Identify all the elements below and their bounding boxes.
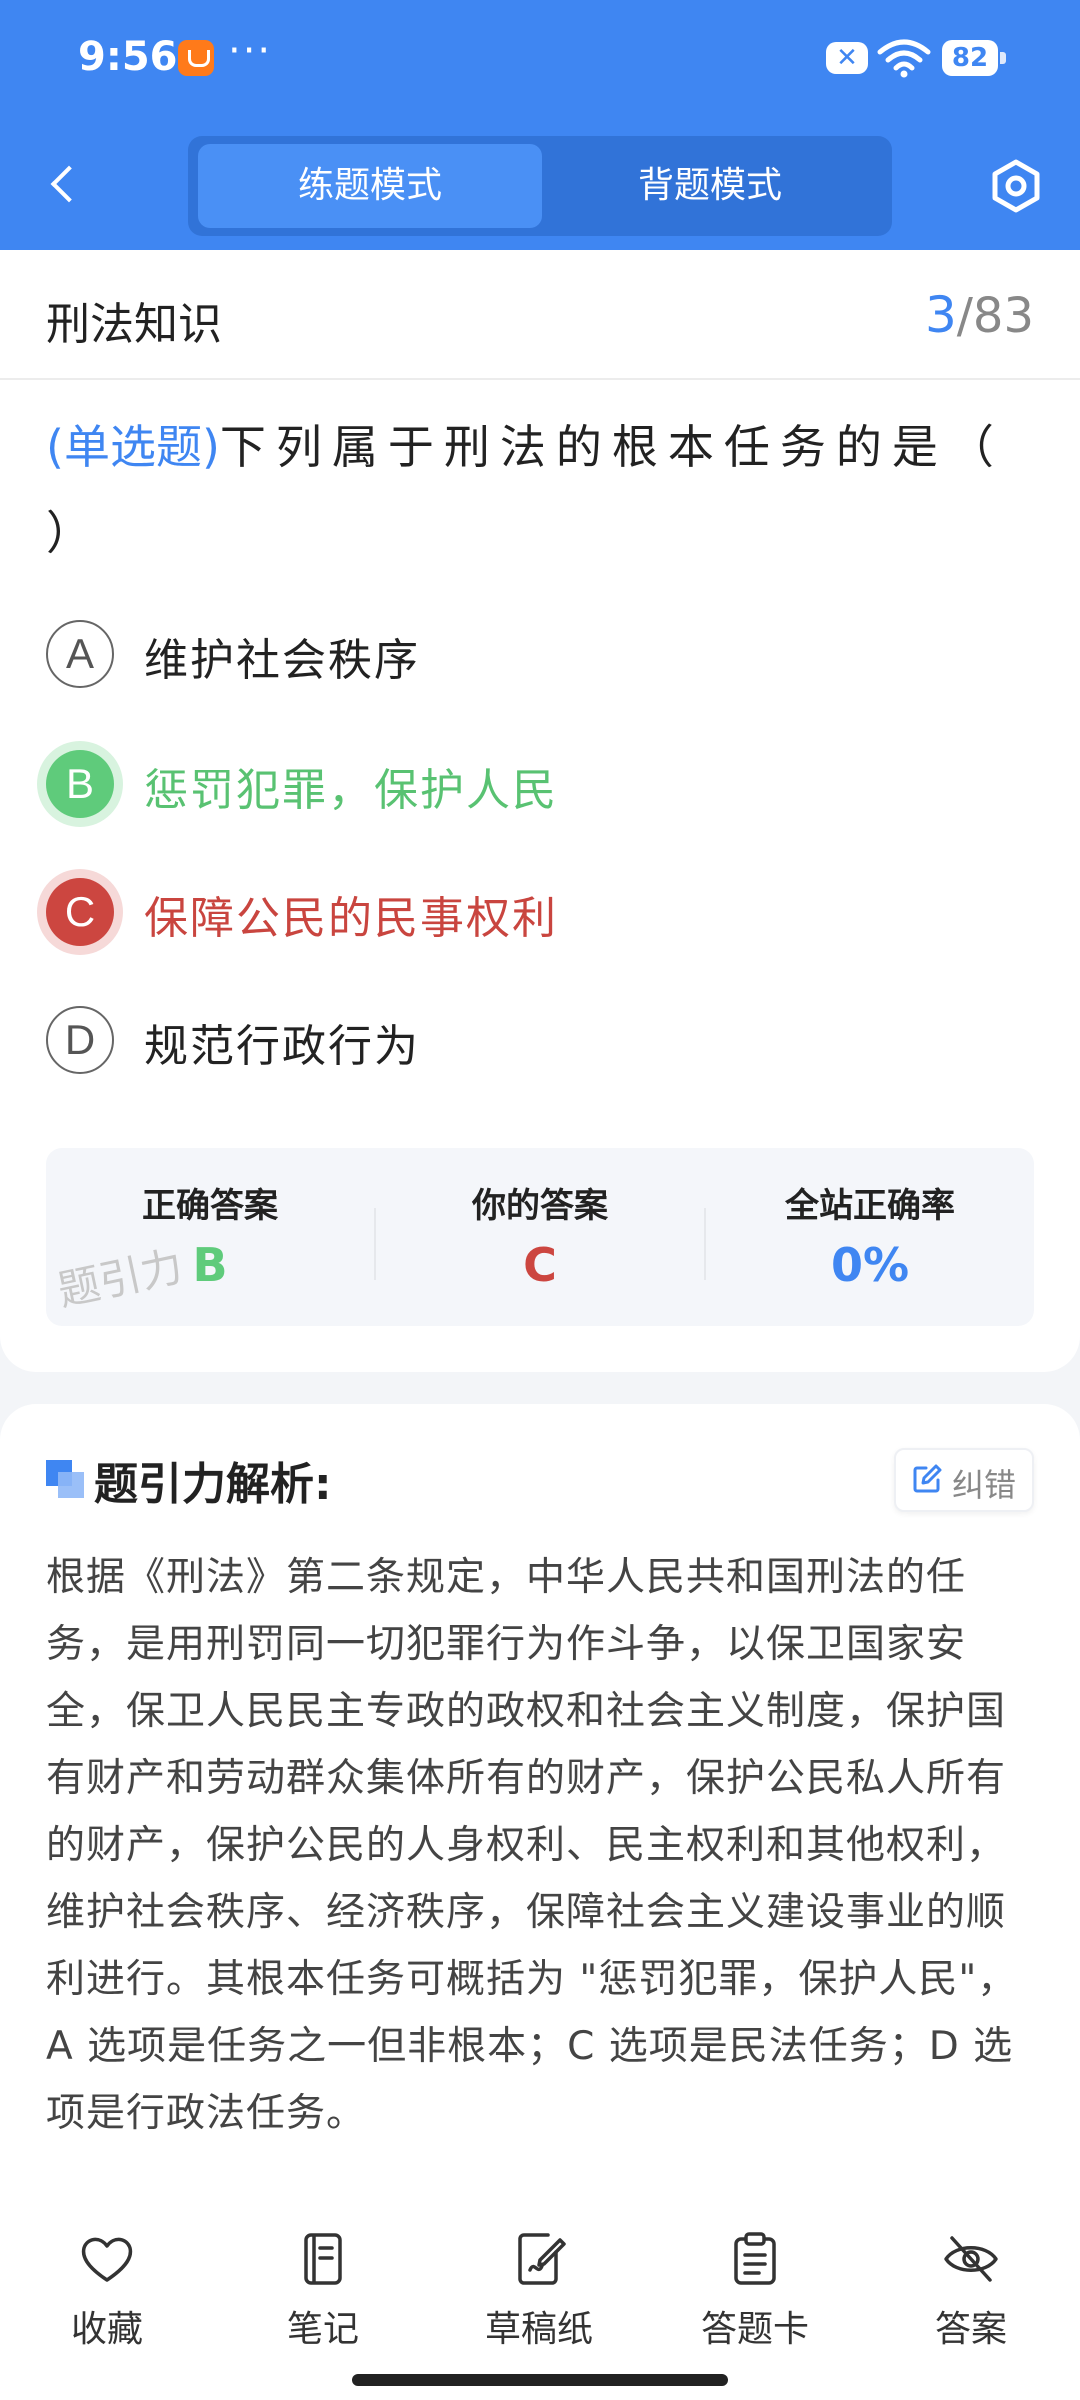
top-bar: 9:56 ··· ✕ 82 练题模式 背题模式 — [0, 0, 1080, 250]
divider — [0, 378, 1080, 380]
report-error-label: 纠错 — [952, 1466, 1017, 1504]
answer-toggle-button[interactable]: 答案 — [886, 2230, 1056, 2360]
total-question-count: 83 — [972, 288, 1034, 344]
mode-switch: 练题模式 背题模式 — [188, 136, 892, 236]
correct-answer-label: 正确答案 — [142, 1186, 278, 1226]
status-time: 9:56 — [78, 34, 178, 80]
question-counter: 3/83 — [925, 286, 1034, 344]
accuracy-rate-label: 全站正确率 — [785, 1186, 955, 1226]
question-stem: (单选题)下列属于刑法的根本任务的是（ ） — [46, 404, 1036, 576]
tab-memorize-mode[interactable]: 背题模式 — [538, 144, 882, 228]
heart-icon — [81, 2237, 133, 2282]
option-text: 惩罚犯罪，保护人民 — [144, 765, 558, 816]
your-answer-value: C — [523, 1238, 557, 1292]
option-text: 规范行政行为 — [144, 1021, 420, 1072]
analysis-title: 题引力解析: — [94, 1459, 332, 1510]
tool-label: 答题卡 — [700, 2309, 809, 2350]
your-answer-label: 你的答案 — [472, 1186, 608, 1226]
question-type: (单选题) — [46, 420, 220, 474]
answer-summary: 正确答案 B 你的答案 C 全站正确率 0% — [46, 1148, 1034, 1326]
option-text: 维护社会秩序 — [144, 635, 420, 686]
wifi-icon — [877, 39, 931, 78]
status-more-dots: ··· — [228, 28, 273, 74]
current-question-number: 3 — [924, 286, 957, 344]
eye-off-icon — [944, 2236, 998, 2282]
tool-label: 收藏 — [70, 2309, 143, 2350]
option-letter: C — [46, 878, 114, 946]
option-letter: A — [46, 620, 114, 688]
option-b[interactable]: B 惩罚犯罪，保护人民 — [46, 740, 1036, 830]
analysis-card: 题引力解析: 纠错 根据《刑法》第二条规定，中华人民共和国刑法的任务，是用刑罚同… — [0, 1404, 1080, 2184]
question-card: 刑法知识 3/83 (单选题)下列属于刑法的根本任务的是（ ） A 维护社会秩序… — [0, 250, 1080, 1372]
draft-paper-button[interactable]: 草稿纸 — [454, 2230, 624, 2360]
option-letter: B — [46, 750, 114, 818]
notes-button[interactable]: 笔记 — [238, 2230, 408, 2360]
answer-sheet-icon — [734, 2232, 776, 2285]
report-error-button[interactable]: 纠错 — [894, 1448, 1034, 1512]
your-answer-block: 你的答案 C — [376, 1148, 704, 1326]
analysis-text: 根据《刑法》第二条规定，中华人民共和国刑法的任务，是用刑罚同一切犯罪行为作斗争，… — [46, 1555, 1018, 2136]
battery-icon: 82 — [942, 40, 1006, 76]
option-d[interactable]: D 规范行政行为 — [46, 996, 1036, 1086]
accuracy-rate-block: 全站正确率 0% — [706, 1148, 1034, 1326]
notebook-icon — [304, 2233, 342, 2285]
draft-paper-icon — [518, 2233, 566, 2285]
option-c[interactable]: C 保障公民的民事权利 — [46, 868, 1036, 958]
close-badge-icon: ✕ — [826, 42, 868, 74]
back-button[interactable] — [40, 155, 88, 215]
tool-label: 草稿纸 — [484, 2309, 593, 2350]
favorite-button[interactable]: 收藏 — [22, 2230, 192, 2360]
accuracy-rate-value: 0% — [830, 1238, 910, 1292]
gear-icon[interactable] — [986, 156, 1046, 216]
answer-sheet-button[interactable]: 答题卡 — [670, 2230, 840, 2360]
tool-label: 答案 — [934, 2309, 1007, 2350]
option-text: 保障公民的民事权利 — [144, 893, 558, 944]
tool-label: 笔记 — [286, 2309, 359, 2350]
counter-separator: / — [956, 288, 973, 344]
option-letter: D — [46, 1006, 114, 1074]
option-a[interactable]: A 维护社会秩序 — [46, 610, 1036, 700]
app-notification-icon — [178, 40, 214, 76]
edit-icon — [913, 1464, 942, 1493]
bottom-toolbar: 收藏 笔记 草稿纸 答题卡 答案 — [0, 2184, 1080, 2400]
tab-practice-mode[interactable]: 练题模式 — [198, 144, 542, 228]
analysis-section-icon — [46, 1460, 86, 1500]
subject-title: 刑法知识 — [46, 299, 222, 350]
home-indicator[interactable] — [352, 2374, 728, 2386]
